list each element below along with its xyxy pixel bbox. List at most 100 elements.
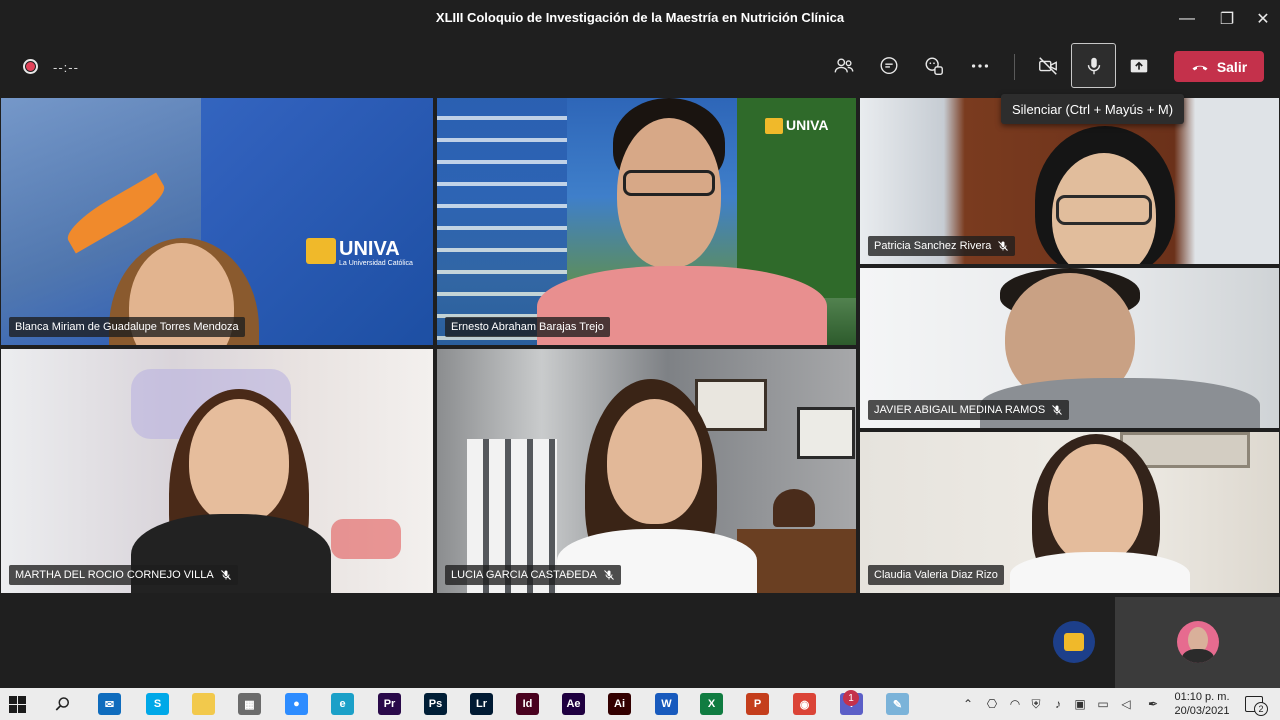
- participant-glasses: [1056, 195, 1152, 225]
- file-explorer-icon[interactable]: [192, 693, 215, 715]
- meeting-timer: --:--: [53, 60, 79, 75]
- participant-name: Blanca Miriam de Guadalupe Torres Mendoz…: [15, 321, 239, 333]
- meeting-toolbar: --:-- Salir: [0, 37, 1280, 94]
- zoom-icon[interactable]: ●: [285, 693, 308, 715]
- mic-muted-icon: [1052, 405, 1063, 415]
- calculator-icon[interactable]: ▦: [238, 693, 261, 715]
- premiere-icon[interactable]: Pr: [378, 693, 401, 715]
- participant-name-tag: Ernesto Abraham Barajas Trejo: [445, 317, 610, 337]
- background-picture-frame: [797, 407, 855, 459]
- mic-muted-icon: [604, 570, 614, 580]
- meet-now-icon[interactable]: ⎔: [984, 696, 1000, 712]
- reactions-icon: [925, 57, 943, 75]
- camera-button[interactable]: [1029, 47, 1067, 85]
- participant-name: LUCIA GARCIA CASTAÐEDA: [451, 569, 597, 581]
- mute-tooltip: Silenciar (Ctrl + Mayús + M): [1001, 94, 1185, 124]
- clock-time: 01:10 p. m.: [1174, 691, 1230, 703]
- univa-logo-text: UNIVA: [786, 117, 829, 133]
- participant-face: [1048, 444, 1143, 564]
- notifications-count: 2: [1254, 702, 1268, 716]
- background-clock: [773, 489, 815, 527]
- participants-button[interactable]: [825, 47, 863, 85]
- powerpoint-icon[interactable]: P: [746, 693, 769, 715]
- chat-button[interactable]: [870, 47, 908, 85]
- leave-label: Salir: [1216, 58, 1248, 75]
- more-icon: [971, 64, 989, 68]
- toolbar-divider: [1014, 54, 1015, 80]
- video-tile[interactable]: Claudia Valeria Diaz Rizo: [860, 432, 1279, 593]
- mic-muted-icon: [220, 570, 231, 580]
- participant-name: MARTHA DEL ROCIO CORNEJO VILLA: [15, 569, 214, 581]
- microphone-tray-icon[interactable]: ♪: [1050, 696, 1066, 712]
- participant-name: Patricia Sanchez Rivera: [874, 240, 992, 252]
- reactions-button[interactable]: [915, 47, 953, 85]
- video-tile[interactable]: UNIVA Ernesto Abraham Barajas Trejo: [437, 98, 856, 345]
- wifi-icon[interactable]: ◠: [1007, 696, 1023, 712]
- univa-logo-icon: [765, 118, 783, 134]
- title-bar: XLIII Coloquio de Investigación de la Ma…: [0, 0, 1280, 37]
- skype-icon[interactable]: S: [146, 693, 169, 715]
- univa-logo-text: UNIVA: [339, 238, 400, 260]
- recording-icon: [23, 59, 38, 74]
- univa-logo-icon: [1064, 633, 1084, 651]
- univa-logo-subtitle: La Universidad Católica: [339, 260, 413, 267]
- chrome-icon[interactable]: ◉: [793, 693, 816, 715]
- illustrator-icon[interactable]: Ai: [608, 693, 631, 715]
- univa-logo-icon: [306, 238, 336, 264]
- mail-icon[interactable]: ✉: [98, 693, 121, 715]
- after-effects-icon[interactable]: Ae: [562, 693, 585, 715]
- microphone-icon: [1087, 57, 1100, 74]
- participant-body: [1010, 552, 1190, 593]
- participants-icon: [834, 58, 854, 73]
- participant-name: Ernesto Abraham Barajas Trejo: [451, 321, 604, 333]
- participant-name: JAVIER ABIGAIL MEDINA RAMOS: [874, 404, 1046, 416]
- excel-icon[interactable]: X: [700, 693, 723, 715]
- participant-name-tag: LUCIA GARCIA CASTAÐEDA: [445, 565, 621, 585]
- background-decor: [331, 519, 401, 559]
- chat-icon: [880, 57, 898, 75]
- participant-glasses: [623, 170, 715, 196]
- paint-icon[interactable]: ✎: [886, 693, 909, 715]
- phone-icon: [1192, 65, 1208, 70]
- teams-notification-badge: 1: [843, 690, 859, 706]
- security-icon[interactable]: ⛨: [1028, 696, 1044, 712]
- participant-name-tag: JAVIER ABIGAIL MEDINA RAMOS: [868, 400, 1070, 420]
- printer-icon[interactable]: ▣: [1072, 696, 1088, 712]
- chevron-up-icon[interactable]: ⌃: [960, 696, 976, 712]
- battery-icon[interactable]: ▭: [1095, 696, 1111, 712]
- participant-name-tag: MARTHA DEL ROCIO CORNEJO VILLA: [9, 565, 238, 585]
- volume-icon[interactable]: ◁: [1118, 696, 1134, 712]
- microphone-button[interactable]: [1071, 43, 1116, 88]
- participant-name: Claudia Valeria Diaz Rizo: [874, 569, 998, 581]
- share-icon: [1130, 59, 1148, 73]
- pen-icon[interactable]: ✒: [1145, 696, 1161, 712]
- close-button[interactable]: ✕: [1240, 0, 1280, 37]
- leave-button[interactable]: Salir: [1174, 51, 1264, 82]
- taskbar-clock[interactable]: 01:10 p. m. 20/03/2021: [1166, 690, 1238, 718]
- edge-icon[interactable]: e: [331, 693, 354, 715]
- video-tile[interactable]: MARTHA DEL ROCIO CORNEJO VILLA: [1, 349, 433, 593]
- univa-avatar[interactable]: [1053, 621, 1095, 663]
- clock-date: 20/03/2021: [1174, 705, 1230, 717]
- video-tile[interactable]: JAVIER ABIGAIL MEDINA RAMOS: [860, 268, 1279, 428]
- participant-face: [607, 399, 702, 524]
- self-avatar: [1177, 621, 1219, 663]
- share-button[interactable]: [1120, 47, 1158, 85]
- participant-name-tag: Blanca Miriam de Guadalupe Torres Mendoz…: [9, 317, 245, 337]
- camera-off-icon: [1039, 57, 1057, 75]
- windows-taskbar: ✉S▦●ePrPsLrIdAeAiWXP◉T✎ 1 ⌃ ⎔ ◠ ⛨ ♪ ▣ ▭ …: [0, 688, 1280, 720]
- word-icon[interactable]: W: [655, 693, 678, 715]
- video-tile[interactable]: UNIVA La Universidad Católica Blanca Mir…: [1, 98, 433, 345]
- search-icon[interactable]: [54, 695, 72, 713]
- indesign-icon[interactable]: Id: [516, 693, 539, 715]
- photoshop-icon[interactable]: Ps: [424, 693, 447, 715]
- self-view[interactable]: [1115, 597, 1280, 688]
- window-title: XLIII Coloquio de Investigación de la Ma…: [435, 10, 845, 25]
- participant-name-tag: Claudia Valeria Diaz Rizo: [868, 565, 1004, 585]
- participant-name-tag: Patricia Sanchez Rivera: [868, 236, 1016, 256]
- windows-start-icon[interactable]: [9, 696, 26, 713]
- more-options-button[interactable]: [961, 47, 999, 85]
- participant-face: [189, 399, 289, 524]
- lightroom-icon[interactable]: Lr: [470, 693, 493, 715]
- video-tile[interactable]: LUCIA GARCIA CASTAÐEDA: [437, 349, 856, 593]
